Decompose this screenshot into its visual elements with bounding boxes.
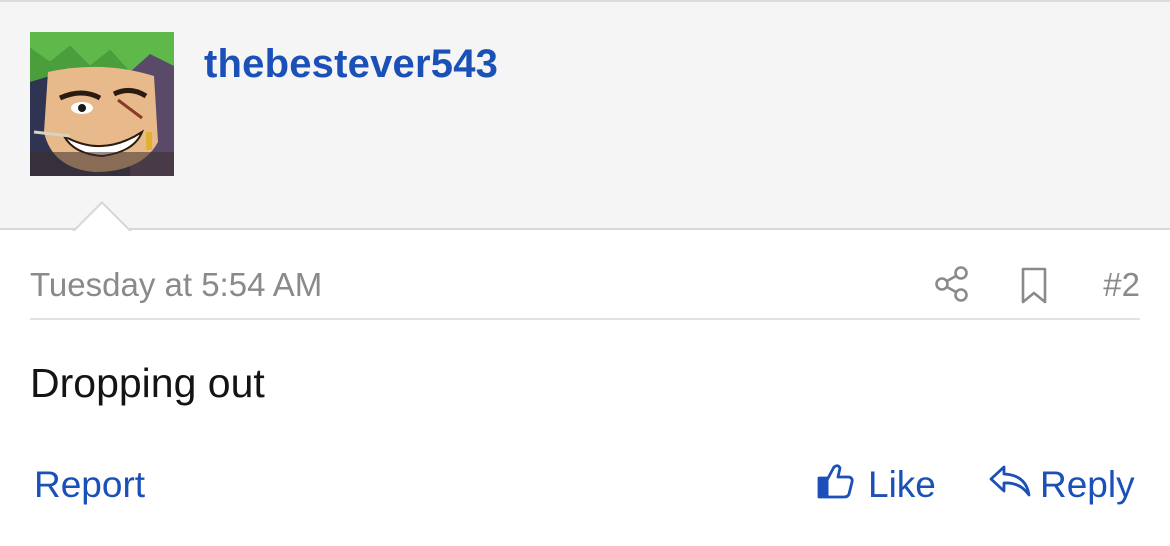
- avatar[interactable]: [30, 32, 174, 176]
- post-author-header: thebestever543: [0, 0, 1170, 230]
- share-icon[interactable]: [932, 264, 972, 304]
- author-username[interactable]: thebestever543: [204, 42, 498, 87]
- post-meta-row: Tuesday at 5:54 AM #2: [30, 262, 1140, 320]
- report-button[interactable]: Report: [34, 464, 145, 506]
- reply-button[interactable]: Reply: [988, 462, 1135, 508]
- forum-post: thebestever543 Tuesday at 5:54 AM #2 Dro…: [0, 0, 1170, 546]
- bookmark-icon[interactable]: [1016, 266, 1052, 306]
- thumbs-up-icon: [816, 461, 856, 510]
- reply-label: Reply: [1040, 464, 1135, 505]
- like-button[interactable]: Like: [816, 462, 936, 508]
- post-content: Dropping out: [30, 360, 265, 406]
- post-number-link[interactable]: #2: [1103, 266, 1140, 304]
- like-label: Like: [868, 464, 936, 505]
- reply-arrow-icon: [988, 461, 1032, 510]
- header-pointer-fill: [74, 204, 130, 232]
- post-timestamp[interactable]: Tuesday at 5:54 AM: [30, 266, 322, 304]
